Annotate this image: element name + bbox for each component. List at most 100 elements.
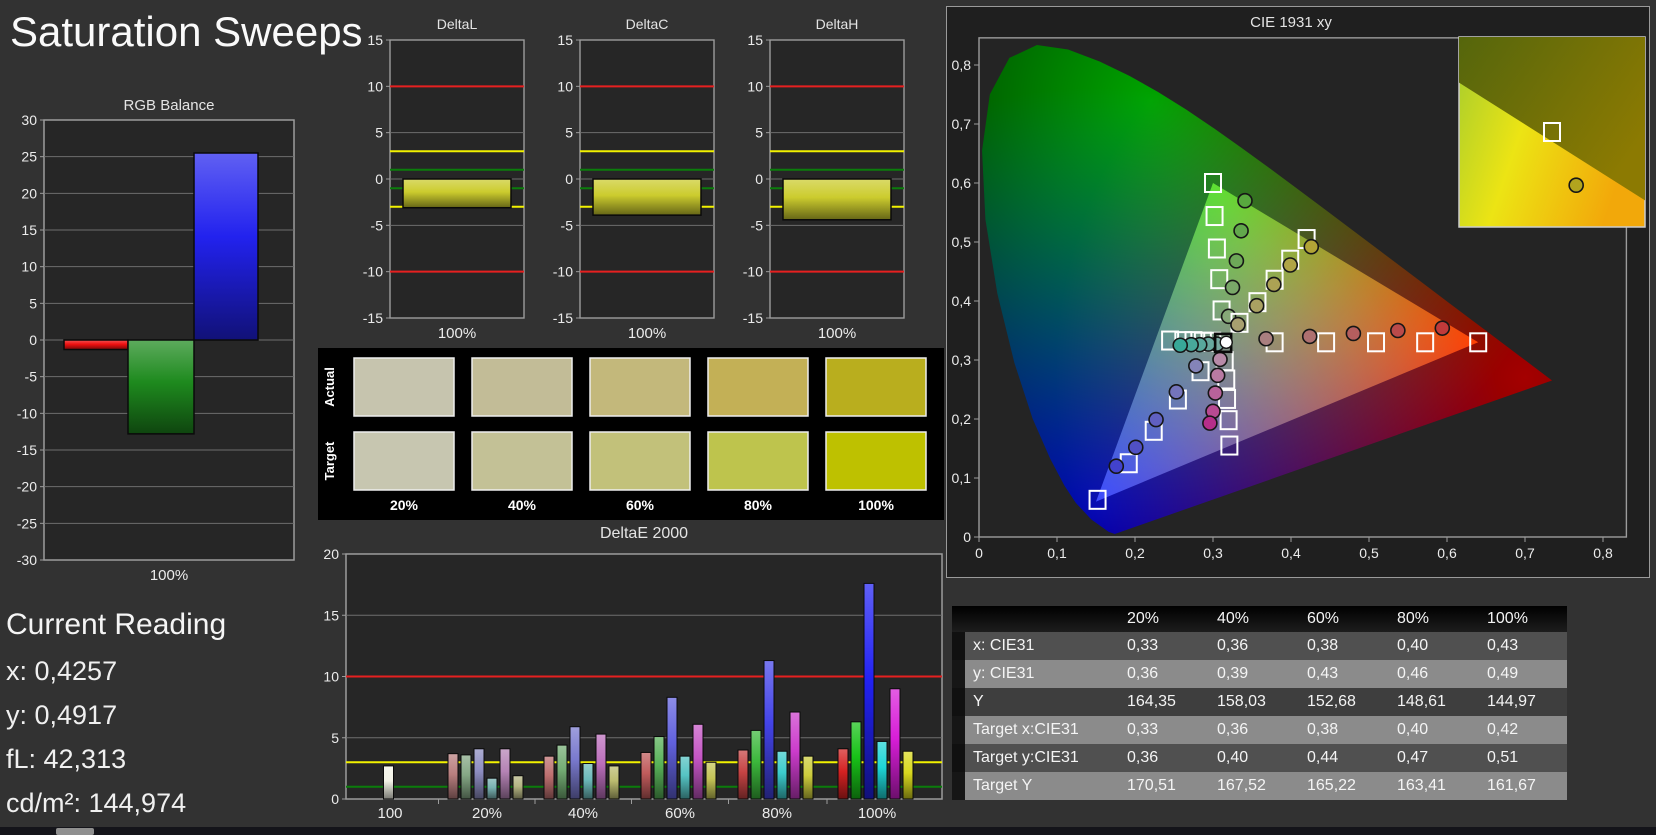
svg-text:15: 15: [747, 32, 763, 48]
svg-text:-30: -30: [17, 552, 37, 568]
svg-text:0,5: 0,5: [1359, 545, 1379, 561]
delta-l-chart: DeltaL 15 10 5 0 -5 -10 -15 100%: [352, 14, 530, 346]
table-cell: 0,36: [1207, 632, 1297, 660]
svg-text:0: 0: [331, 791, 339, 807]
svg-text:0: 0: [29, 332, 37, 348]
table-cell: 0,49: [1477, 660, 1567, 688]
svg-text:80%: 80%: [762, 805, 792, 820]
table-cell: 0,43: [1297, 660, 1387, 688]
current-reading-title: Current Reading: [6, 608, 227, 641]
table-cell: 0,36: [1117, 744, 1207, 772]
table-col-header: 40%: [1207, 606, 1297, 632]
svg-text:0,6: 0,6: [1437, 545, 1457, 561]
swatch-comparison-panel: Actual Target 20% 40% 60% 80% 100%: [318, 348, 944, 520]
svg-text:100%: 100%: [438, 325, 476, 342]
table-cell: 0,39: [1207, 660, 1297, 688]
svg-text:-10: -10: [17, 405, 37, 421]
table-row: Target y:CIE31 0,36 0,40 0,44 0,47 0,51: [952, 744, 1567, 772]
table-cell: 0,40: [1207, 744, 1297, 772]
svg-text:100%: 100%: [818, 325, 856, 342]
svg-text:100%: 100%: [150, 567, 188, 584]
table-cell: 170,51: [1117, 772, 1207, 800]
svg-text:0: 0: [375, 171, 383, 187]
svg-text:0,4: 0,4: [1281, 545, 1301, 561]
table-row-label: x: CIE31: [965, 632, 1117, 660]
svg-text:0,2: 0,2: [1125, 545, 1145, 561]
saturation-sweeps-page: Saturation Sweeps RGB Balance 30 25 20 15 10 5…: [0, 0, 1656, 835]
table-row: Target x:CIE31 0,33 0,36 0,38 0,40 0,42: [952, 716, 1567, 744]
svg-text:10: 10: [323, 669, 339, 685]
table-row-label: y: CIE31: [965, 660, 1117, 688]
svg-text:30: 30: [21, 112, 37, 128]
svg-text:-15: -15: [17, 442, 37, 458]
current-reading-cdm2: cd/m²: 144,974: [6, 788, 187, 818]
current-reading-fl: fL: 42,313: [6, 744, 127, 774]
table-cell: 148,61: [1387, 688, 1477, 716]
svg-text:0,8: 0,8: [1593, 545, 1613, 561]
table-row-label: Target x:CIE31: [965, 716, 1117, 744]
svg-text:Target: Target: [322, 441, 337, 480]
table-cell: 0,36: [1117, 660, 1207, 688]
svg-text:40%: 40%: [568, 805, 598, 820]
table-cell: 0,42: [1477, 716, 1567, 744]
table-cell: 161,67: [1477, 772, 1567, 800]
svg-text:15: 15: [367, 32, 383, 48]
table-cell: 0,33: [1117, 716, 1207, 744]
svg-text:0,1: 0,1: [952, 470, 972, 486]
current-reading-block: Current Reading x: 0,4257 y: 0,4917 fL: …: [6, 608, 226, 832]
table-cell: 163,41: [1387, 772, 1477, 800]
table-col-header: 100%: [1477, 606, 1567, 632]
svg-text:-15: -15: [363, 310, 383, 326]
svg-text:0,7: 0,7: [952, 116, 972, 132]
svg-text:0,7: 0,7: [1515, 545, 1535, 561]
svg-text:-5: -5: [561, 217, 574, 233]
svg-text:0,8: 0,8: [952, 57, 972, 73]
page-title: Saturation Sweeps: [10, 8, 363, 55]
svg-text:DeltaL: DeltaL: [437, 16, 478, 32]
table-cell: 0,47: [1387, 744, 1477, 772]
current-reading-y: y: 0,4917: [6, 700, 118, 730]
svg-text:-5: -5: [751, 217, 764, 233]
table-header-row: 20% 40% 60% 80% 100%: [952, 606, 1567, 632]
svg-text:15: 15: [557, 32, 573, 48]
table-row: Target Y 170,51 167,52 165,22 163,41 161,67: [952, 772, 1567, 800]
delta-c-chart: DeltaC 15 10 5 0 -5 -10 -15 100%: [542, 14, 720, 346]
svg-text:15: 15: [323, 607, 339, 623]
svg-text:0: 0: [755, 171, 763, 187]
svg-text:5: 5: [331, 730, 339, 746]
svg-text:0: 0: [565, 171, 573, 187]
table-col-header: 20%: [1117, 606, 1207, 632]
table-cell: 152,68: [1297, 688, 1387, 716]
svg-text:10: 10: [21, 259, 37, 275]
svg-text:RGB Balance: RGB Balance: [124, 97, 215, 114]
table-cell: 167,52: [1207, 772, 1297, 800]
table-row-label: Target Y: [965, 772, 1117, 800]
svg-text:-15: -15: [553, 310, 573, 326]
svg-text:-15: -15: [743, 310, 763, 326]
delta-h-chart: DeltaH 15 10 5 0 -5 -10 -15 100%: [732, 14, 910, 346]
svg-text:15: 15: [21, 222, 37, 238]
svg-text:25: 25: [21, 149, 37, 165]
svg-text:20%: 20%: [390, 497, 419, 513]
table-cell: 165,22: [1297, 772, 1387, 800]
table-cell: 0,46: [1387, 660, 1477, 688]
svg-text:100%: 100%: [858, 805, 896, 820]
svg-text:-10: -10: [553, 264, 573, 280]
table-corner-cell: [965, 606, 1117, 632]
table-cell: 144,97: [1477, 688, 1567, 716]
table-cell: 0,36: [1207, 716, 1297, 744]
table-row: y: CIE31 0,36 0,39 0,43 0,46 0,49: [952, 660, 1567, 688]
measurement-table: 20% 40% 60% 80% 100% x: CIE31 0,33 0,36 0,38 0,40…: [952, 606, 1567, 800]
svg-text:10: 10: [747, 78, 763, 94]
svg-text:5: 5: [565, 125, 573, 141]
table-cell: 158,03: [1207, 688, 1297, 716]
table-cell: 0,44: [1297, 744, 1387, 772]
table-cell: 0,40: [1387, 632, 1477, 660]
svg-text:5: 5: [29, 295, 37, 311]
svg-text:0,2: 0,2: [952, 411, 972, 427]
svg-text:DeltaH: DeltaH: [816, 16, 859, 32]
svg-text:0,1: 0,1: [1047, 545, 1067, 561]
svg-text:-10: -10: [743, 264, 763, 280]
svg-text:0,5: 0,5: [952, 234, 972, 250]
svg-text:20: 20: [21, 185, 37, 201]
